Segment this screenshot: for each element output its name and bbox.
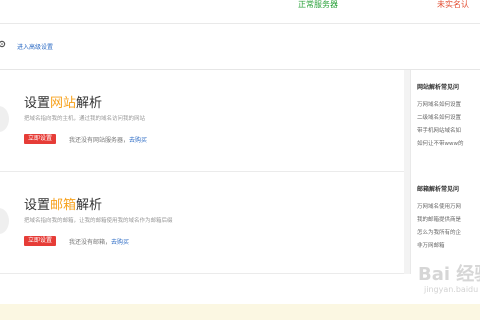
buy-mailbox-link[interactable]: 去购买	[111, 239, 129, 246]
faq-item[interactable]: 二级域名如何设置	[417, 113, 461, 121]
setup-mailbox-button[interactable]: 立即设置	[24, 236, 57, 246]
real-name-status[interactable]: 未实名认	[437, 0, 469, 10]
website-resolution-card: 设置网站解析 把域名指向我的主机，通过我的域名访问我的网站 立即设置 我还没有网…	[0, 70, 404, 172]
card-note: 我还没有网站服务器，去购买	[69, 137, 148, 144]
mailbox-faq-panel: 邮箱解析常见问 万网域名使用万网 我的邮箱提供商是 怎么为我所有的企 非万网邮箱	[410, 172, 480, 274]
mail-icon	[0, 208, 9, 234]
faq-item[interactable]: 非万网邮箱	[417, 241, 445, 249]
buy-server-link[interactable]: 去购买	[129, 137, 147, 144]
website-icon	[0, 106, 9, 132]
notice-strip	[0, 304, 480, 320]
card-description: 把域名指向我的主机，通过我的域名访问我的网站	[24, 116, 146, 122]
gear-icon	[0, 40, 6, 48]
advanced-settings-link[interactable]: 进入高级设置	[17, 42, 53, 51]
card-title: 设置邮箱解析	[24, 198, 103, 213]
website-faq-panel: 网站解析常见问 万网域名如何设置 二级域名如何设置 带手机网站域名如 如何让不带…	[410, 70, 480, 172]
faq-item[interactable]: 我的邮箱提供商是	[417, 215, 461, 223]
faq-item[interactable]: 万网域名使用万网	[417, 202, 461, 210]
faq-item[interactable]: 如何让不带www的	[417, 139, 464, 147]
watermark-url: jingyan.baidu	[424, 285, 479, 294]
server-status-normal: 正常服务器	[298, 0, 338, 9]
faq-item[interactable]: 万网域名如何设置	[417, 100, 461, 108]
faq-title: 网站解析常见问	[417, 84, 460, 91]
footer-area	[0, 274, 480, 320]
advanced-settings-row: 进入高级设置	[0, 24, 480, 70]
card-title: 设置网站解析	[24, 96, 103, 111]
faq-title: 邮箱解析常见问	[417, 186, 460, 193]
setup-website-button[interactable]: 立即设置	[24, 134, 57, 144]
faq-item[interactable]: 怎么为我所有的企	[417, 228, 461, 236]
faq-item[interactable]: 带手机网站域名如	[417, 126, 461, 134]
top-bar: 正常服务器 未实名认	[0, 0, 480, 24]
mailbox-resolution-card: 设置邮箱解析 把域名指向我的邮箱，让我的邮箱使用我的域名作为邮箱后缀 立即设置 …	[0, 172, 404, 274]
card-description: 把域名指向我的邮箱，让我的邮箱使用我的域名作为邮箱后缀	[24, 218, 173, 224]
watermark-logo: Bai 经验	[418, 264, 480, 285]
card-note: 我还没有邮箱，去购买	[69, 239, 130, 246]
